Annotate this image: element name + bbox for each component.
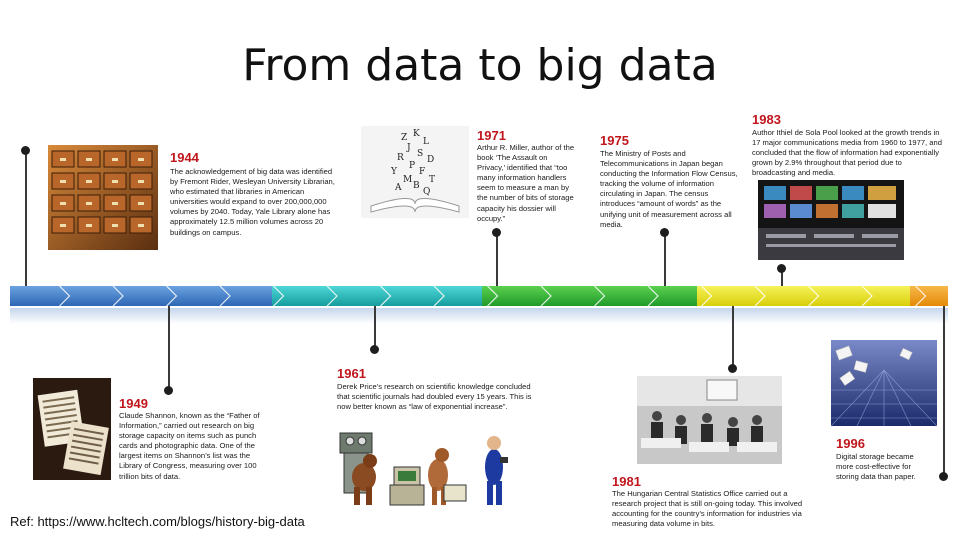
- svg-text:Y: Y: [390, 167, 398, 177]
- stem-1996: [943, 306, 945, 478]
- evolution-image: [334, 425, 534, 508]
- svg-text:S: S: [417, 149, 423, 159]
- chevron-arrow: [326, 286, 338, 306]
- stem-1949: [168, 306, 170, 392]
- svg-text:L: L: [423, 137, 429, 147]
- svg-text:B: B: [413, 181, 420, 191]
- year-1949: 1949: [119, 396, 148, 411]
- chevron-arrow: [594, 286, 606, 306]
- svg-text:F: F: [419, 167, 425, 177]
- chevron-arrow: [59, 286, 71, 306]
- year-1944: 1944: [170, 150, 199, 165]
- svg-text:Z: Z: [401, 133, 407, 143]
- desc-1949: Claude Shannon, known as the “Father of …: [119, 411, 260, 481]
- stem-1961: [374, 306, 376, 350]
- svg-text:T: T: [429, 175, 435, 185]
- book-letters-image: ZKL J S R D P Y FM T B A Q: [361, 126, 469, 218]
- stem-1971: [496, 232, 498, 286]
- chevron-arrow: [433, 286, 445, 306]
- desc-1961: Derek Price’s research on scientific kno…: [337, 382, 532, 412]
- desc-1981: The Hungarian Central Statistics Office …: [612, 489, 803, 529]
- desc-1971: Arthur R. Miller, author of the book ‘Th…: [477, 143, 575, 223]
- broadcast-room-image: [758, 180, 904, 260]
- svg-text:J: J: [406, 143, 411, 153]
- svg-text:M: M: [403, 175, 412, 185]
- dot-1949: [164, 386, 173, 395]
- desc-1983: Author Ithiel de Sola Pool looked at the…: [752, 128, 942, 178]
- card-catalog-image: [48, 145, 158, 250]
- dot-1971: [492, 228, 501, 237]
- stem-1944: [25, 150, 27, 286]
- svg-text:R: R: [397, 153, 404, 163]
- chevron-arrow: [701, 286, 713, 306]
- dot-1961: [370, 345, 379, 354]
- punch-cards-image: [33, 378, 111, 480]
- chevron-arrow: [647, 286, 659, 306]
- year-1971: 1971: [477, 128, 506, 143]
- timeline-reflection: [10, 308, 948, 324]
- office-photo-image: [637, 376, 782, 464]
- year-1981: 1981: [612, 474, 641, 489]
- dot-1981: [728, 364, 737, 373]
- chevron-arrow: [166, 286, 178, 306]
- chevron-arrow: [219, 286, 231, 306]
- svg-text:K: K: [413, 129, 420, 139]
- chevron-arrow: [112, 286, 124, 306]
- dot-1944: [21, 146, 30, 155]
- year-1975: 1975: [600, 133, 629, 148]
- slide-title: From data to big data: [242, 40, 718, 91]
- digital-storage-image: [831, 340, 937, 426]
- timeline-band: [10, 286, 948, 306]
- chevron-arrow: [380, 286, 392, 306]
- stem-1981: [732, 306, 734, 370]
- dot-1983: [777, 264, 786, 273]
- chevron-arrow: [808, 286, 820, 306]
- year-1996: 1996: [836, 436, 865, 451]
- chevron-arrow: [487, 286, 499, 306]
- svg-text:P: P: [409, 161, 415, 171]
- stem-1975: [664, 232, 666, 286]
- svg-text:A: A: [394, 183, 402, 193]
- svg-text:Q: Q: [423, 187, 430, 197]
- chevron-arrow: [273, 286, 285, 306]
- desc-1996: Digital storage became more cost-effecti…: [836, 452, 916, 482]
- desc-1944: The acknowledgement of big data was iden…: [170, 167, 335, 237]
- chevron-arrow: [754, 286, 766, 306]
- desc-1975: The Ministry of Posts and Telecommunicat…: [600, 149, 738, 229]
- chevron-arrow: [915, 286, 927, 306]
- year-1961: 1961: [337, 366, 366, 381]
- svg-text:D: D: [427, 155, 434, 165]
- year-1983: 1983: [752, 112, 781, 127]
- chevron-arrow: [540, 286, 552, 306]
- chevron-arrow: [861, 286, 873, 306]
- dot-1996: [939, 472, 948, 481]
- reference-link[interactable]: Ref: https://www.hcltech.com/blogs/histo…: [10, 514, 305, 529]
- band-chevrons: [59, 286, 927, 306]
